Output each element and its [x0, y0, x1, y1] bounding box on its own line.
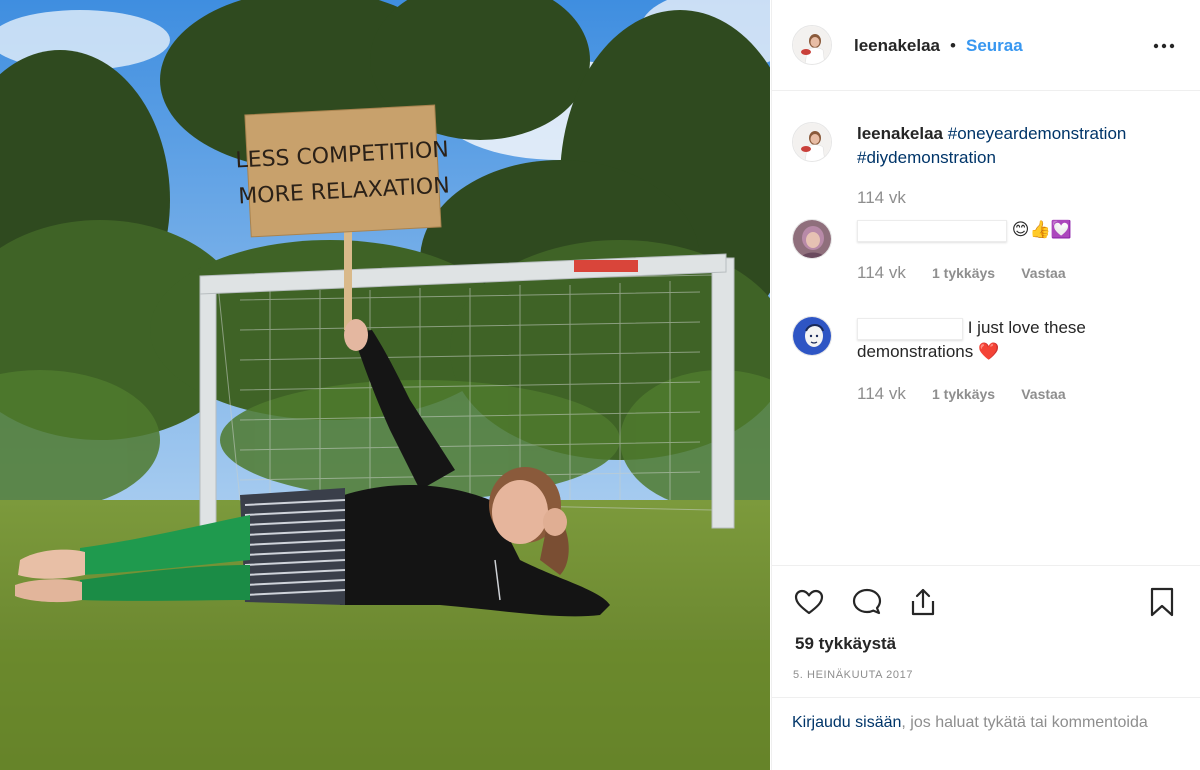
comment-item: I just love these demonstrations ❤️ 114 … [772, 316, 1200, 416]
share-icon[interactable] [907, 586, 939, 618]
post-photo[interactable]: LESS COMPETITION MORE RELAXATION [0, 0, 770, 770]
reply-button[interactable]: Vastaa [1021, 265, 1065, 281]
comment-timestamp[interactable]: 114 vk [857, 384, 906, 403]
avatar[interactable] [792, 316, 832, 356]
avatar[interactable] [792, 219, 832, 259]
comment-meta: 114 vk 1 tykkäys Vastaa [857, 263, 1066, 283]
action-bar: 59 tykkäystä 5. HEINÄKUUTA 2017 [772, 565, 1200, 697]
login-link[interactable]: Kirjaudu sisään [792, 714, 901, 731]
avatar[interactable] [792, 122, 832, 162]
post-header: leenakelaa • Seuraa [772, 0, 1200, 91]
comment-timestamp[interactable]: 114 vk [857, 263, 906, 282]
caption-meta: 114 vk [857, 188, 906, 208]
follow-button[interactable]: Seuraa [966, 36, 1023, 56]
comment-item: 😊👍💟 114 vk 1 tykkäys Vastaa [772, 218, 1200, 298]
comment-text: I just love these demonstrations ❤️ [857, 316, 1177, 364]
heart-icon[interactable] [793, 586, 825, 618]
post-username[interactable]: leenakelaa [854, 36, 940, 56]
post-sidebar: leenakelaa • Seuraa leenakelaa #oneyeard… [771, 0, 1200, 770]
login-prompt: Kirjaudu sisään, jos haluat tykätä tai k… [772, 697, 1200, 770]
hashtag-link[interactable]: #diydemonstration [857, 148, 996, 167]
comment-icon[interactable] [851, 586, 883, 618]
bookmark-icon[interactable] [1146, 586, 1178, 618]
redacted-username [857, 317, 963, 340]
comment-likes[interactable]: 1 tykkäys [932, 265, 995, 281]
avatar[interactable] [792, 25, 832, 65]
comment-meta: 114 vk 1 tykkäys Vastaa [857, 384, 1066, 404]
likes-count[interactable]: 59 tykkäystä [795, 634, 896, 654]
caption: leenakelaa #oneyeardemonstration #diydem… [772, 122, 1200, 222]
comment-timestamp[interactable]: 114 vk [857, 188, 906, 207]
comment-likes[interactable]: 1 tykkäys [932, 386, 995, 402]
heart-emoji: ❤️ [977, 342, 1000, 361]
login-prompt-text: , jos haluat tykätä tai kommentoida [901, 714, 1148, 731]
separator-dot: • [950, 36, 956, 55]
comment-body-line-2: demonstrations [857, 342, 974, 361]
caption-text: leenakelaa #oneyeardemonstration #diydem… [857, 122, 1177, 170]
caption-username[interactable]: leenakelaa [857, 124, 943, 143]
post-date: 5. HEINÄKUUTA 2017 [793, 669, 914, 681]
comment-emoji: 😊👍💟 [1011, 220, 1072, 239]
redacted-username [857, 219, 1007, 242]
more-horizontal-icon[interactable] [1152, 42, 1176, 50]
photo-scene: LESS COMPETITION MORE RELAXATION [0, 0, 770, 770]
comment-body-line-1: I just love these [967, 318, 1086, 337]
reply-button[interactable]: Vastaa [1021, 386, 1065, 402]
comment-text: 😊👍💟 [857, 218, 1072, 242]
hashtag-link[interactable]: #oneyeardemonstration [948, 124, 1127, 143]
